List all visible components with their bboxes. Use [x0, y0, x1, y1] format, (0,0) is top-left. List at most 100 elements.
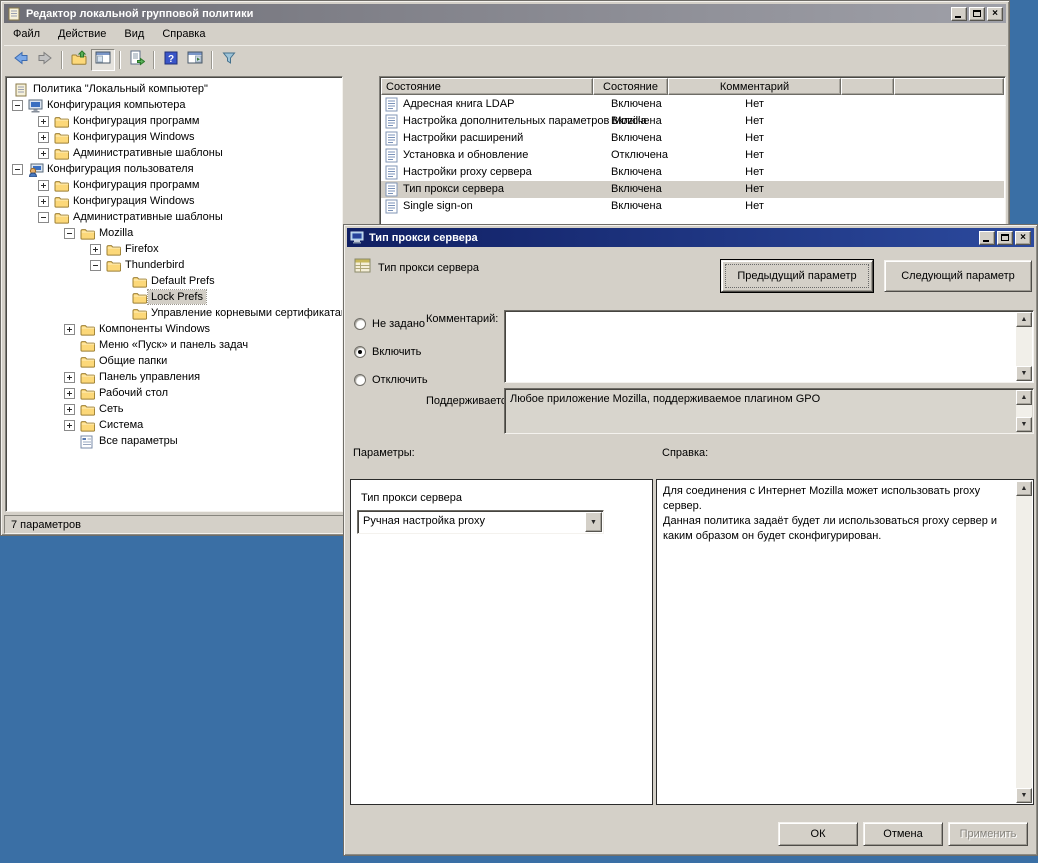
expand-plus-icon[interactable] [64, 404, 75, 415]
expand-plus-icon[interactable] [64, 388, 75, 399]
column-header[interactable] [841, 78, 894, 95]
tree-item[interactable]: Конфигурация Windows [6, 130, 342, 146]
expand-plus-icon[interactable] [64, 324, 75, 335]
expand-plus-icon[interactable] [90, 244, 101, 255]
collapse-minus-icon[interactable] [12, 164, 23, 175]
radio-checked-icon[interactable] [354, 346, 366, 358]
export-list-button[interactable] [125, 49, 149, 71]
table-row[interactable]: Установка и обновлениеОтключенаНет [381, 147, 1004, 164]
table-row[interactable]: Настройки расширенийВключенаНет [381, 130, 1004, 147]
comment-textarea[interactable]: ▲ ▼ [504, 310, 1034, 383]
dialog-title-bar[interactable]: Тип прокси сервера × [347, 228, 1034, 247]
tree-item[interactable]: Панель управления [6, 370, 342, 386]
cancel-button[interactable]: Отмена [863, 822, 943, 846]
minimize-icon [983, 240, 989, 242]
tree-item[interactable]: Сеть [6, 402, 342, 418]
forward-button[interactable] [33, 49, 57, 71]
policy-item-icon [385, 182, 398, 197]
tree-item[interactable]: Компоненты Windows [6, 322, 342, 338]
collapse-minus-icon[interactable] [64, 228, 75, 239]
previous-setting-button[interactable]: Предыдущий параметр [721, 260, 873, 292]
minimize-button[interactable] [951, 7, 967, 21]
main-title-bar[interactable]: Редактор локальной групповой политики × [4, 4, 1006, 23]
tree-item[interactable]: Lock Prefs [6, 290, 342, 306]
expand-plus-icon[interactable] [38, 132, 49, 143]
tree-item[interactable]: Политика "Локальный компьютер" [6, 82, 342, 98]
help-scrollbar[interactable]: ▲ ▼ [1016, 481, 1032, 803]
menu-help[interactable]: Справка [153, 25, 214, 43]
proxy-type-select[interactable]: Ручная настройка proxy ▼ [357, 510, 604, 534]
console-tree-button[interactable] [91, 49, 115, 71]
state-radio-1[interactable]: Включить [354, 345, 421, 359]
table-row[interactable]: Тип прокси сервераВключенаНет [381, 181, 1004, 198]
column-header[interactable]: Состояние [593, 78, 668, 95]
tree-item[interactable]: Административные шаблоны [6, 146, 342, 162]
menu-view[interactable]: Вид [115, 25, 153, 43]
desktop: Редактор локальной групповой политики × … [0, 0, 1038, 863]
tree-item[interactable]: Конфигурация компьютера [6, 98, 342, 114]
tree-item[interactable]: Конфигурация программ [6, 178, 342, 194]
help-button[interactable]: ? [159, 49, 183, 71]
column-header[interactable]: Комментарий [668, 78, 841, 95]
chevron-down-icon[interactable]: ▼ [585, 512, 602, 532]
next-setting-button[interactable]: Следующий параметр [884, 260, 1032, 292]
tree-item[interactable]: Система [6, 418, 342, 434]
expand-plus-icon[interactable] [64, 420, 75, 431]
dialog-close-button[interactable]: × [1015, 231, 1031, 245]
scroll-down-icon[interactable]: ▼ [1016, 366, 1032, 381]
scroll-up-icon[interactable]: ▲ [1016, 481, 1032, 496]
collapse-minus-icon[interactable] [38, 212, 49, 223]
menu-file[interactable]: Файл [4, 25, 49, 43]
tree-item[interactable]: Конфигурация программ [6, 114, 342, 130]
tree-item[interactable]: Все параметры [6, 434, 342, 450]
maximize-button[interactable] [969, 7, 985, 21]
state-radio-0[interactable]: Не задано [354, 317, 425, 331]
state-radio-2[interactable]: Отключить [354, 373, 428, 387]
tree-item[interactable]: Общие папки [6, 354, 342, 370]
tree-item[interactable]: Управление корневыми сертификатами [6, 306, 342, 322]
tree-item[interactable]: Конфигурация пользователя [6, 162, 342, 178]
expand-plus-icon[interactable] [38, 196, 49, 207]
scroll-down-icon[interactable]: ▼ [1016, 788, 1032, 803]
tree-item-label: Lock Prefs [148, 290, 206, 304]
setting-state: Включена [611, 183, 662, 195]
maximize-icon [1001, 234, 1009, 241]
radio-icon[interactable] [354, 318, 366, 330]
option-name: Тип прокси сервера [361, 492, 462, 504]
tree-item[interactable]: Default Prefs [6, 274, 342, 290]
tree-item[interactable]: Меню «Пуск» и панель задач [6, 338, 342, 354]
expand-plus-icon[interactable] [64, 372, 75, 383]
dialog-maximize-button[interactable] [997, 231, 1013, 245]
back-button[interactable] [9, 49, 33, 71]
dialog-minimize-button[interactable] [979, 231, 995, 245]
table-row[interactable]: Адресная книга LDAPВключенаНет [381, 96, 1004, 113]
menu-action[interactable]: Действие [49, 25, 115, 43]
scroll-up-icon[interactable]: ▲ [1016, 390, 1032, 405]
collapse-minus-icon[interactable] [12, 100, 23, 111]
radio-icon[interactable] [354, 374, 366, 386]
tree-item[interactable]: Thunderbird [6, 258, 342, 274]
table-row[interactable]: Настройка дополнительных параметров Mozi… [381, 113, 1004, 130]
expand-plus-icon[interactable] [38, 116, 49, 127]
show-pane-button[interactable] [183, 49, 207, 71]
folder-icon [80, 227, 95, 240]
collapse-minus-icon[interactable] [90, 260, 101, 271]
filter-button[interactable] [217, 49, 241, 71]
ok-button[interactable]: ОК [778, 822, 858, 846]
supported-scrollbar[interactable]: ▲ ▼ [1016, 390, 1032, 432]
tree-item[interactable]: Mozilla [6, 226, 342, 242]
close-button[interactable]: × [987, 7, 1003, 21]
expand-plus-icon[interactable] [38, 148, 49, 159]
scroll-up-icon[interactable]: ▲ [1016, 312, 1032, 327]
tree-item[interactable]: Конфигурация Windows [6, 194, 342, 210]
tree-item[interactable]: Firefox [6, 242, 342, 258]
comment-scrollbar[interactable]: ▲ ▼ [1016, 312, 1032, 381]
expand-plus-icon[interactable] [38, 180, 49, 191]
tree-item[interactable]: Рабочий стол [6, 386, 342, 402]
column-header[interactable]: Состояние [381, 78, 593, 95]
tree-item[interactable]: Административные шаблоны [6, 210, 342, 226]
table-row[interactable]: Настройки proxy сервераВключенаНет [381, 164, 1004, 181]
scroll-down-icon[interactable]: ▼ [1016, 417, 1032, 432]
up-folder-button[interactable] [67, 49, 91, 71]
table-row[interactable]: Single sign-onВключенаНет [381, 198, 1004, 215]
